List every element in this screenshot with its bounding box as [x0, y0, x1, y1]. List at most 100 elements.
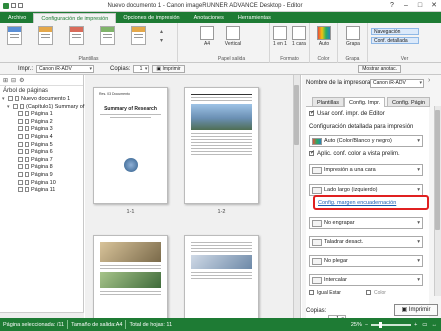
preview-page[interactable] — [184, 235, 259, 318]
ribbon-group-label: Color — [317, 56, 330, 62]
apply-preview-row[interactable]: Aplic. conf. color a vista prelim. — [309, 149, 400, 157]
tree-checkbox[interactable] — [18, 164, 23, 170]
tab-herramientas[interactable]: Herramientas — [231, 13, 278, 23]
tree-checkbox[interactable] — [18, 141, 23, 147]
zoom-slider-thumb[interactable] — [379, 321, 383, 328]
pages-per-sheet-button[interactable]: 1 en 1 — [272, 26, 288, 47]
save-quick-icon[interactable] — [11, 3, 16, 8]
fit-page-icon[interactable]: ▭ — [422, 322, 427, 328]
text-line — [191, 136, 252, 137]
minimize-button[interactable]: – — [399, 0, 413, 11]
zoom-slider[interactable] — [371, 321, 412, 328]
tree-page-item[interactable]: Página 10 — [0, 180, 83, 188]
tree-item-label: Página 11 — [31, 187, 56, 194]
template-thumbnail[interactable] — [38, 26, 53, 45]
tree-page-item[interactable]: Página 2 — [0, 119, 83, 127]
templates-scroll-down-icon[interactable]: ▾ — [160, 37, 163, 44]
preview-page[interactable]: Res. 03 Documento Summary of Research — [93, 87, 168, 204]
template-thumbnail[interactable] — [69, 26, 84, 45]
copies-stepper[interactable]: 1 — [133, 64, 150, 73]
use-editor-settings-checkbox[interactable] — [309, 109, 315, 116]
print-button[interactable]: ▣ Imprimir — [394, 304, 438, 316]
tree-checkbox[interactable] — [18, 126, 23, 132]
tab-anotaciones[interactable]: Anotaciones — [187, 13, 231, 23]
preview-vscrollbar[interactable] — [293, 75, 300, 318]
fold-select[interactable]: No plegar — [309, 255, 423, 267]
collate-select[interactable]: Intercalar — [309, 274, 423, 286]
ribbon-group-color: Auto Color — [310, 23, 338, 63]
sides-select[interactable]: Impresión a una cara — [309, 164, 423, 176]
settings-vscrollbar[interactable] — [434, 106, 441, 296]
print-toolbar-button[interactable]: ▣ Imprimir — [152, 64, 185, 73]
staple-select[interactable]: No engrapar — [309, 217, 423, 229]
tree-page-item[interactable]: Página 4 — [0, 134, 83, 142]
text-line — [191, 251, 252, 252]
text-line — [110, 117, 151, 118]
scrollbar-thumb[interactable] — [435, 110, 440, 230]
tree-checkbox[interactable] — [8, 96, 13, 102]
printer-name-select[interactable]: Canon iR-ADV — [370, 79, 424, 88]
tree-page-item[interactable]: Página 8 — [0, 164, 83, 172]
tree-checkbox[interactable] — [18, 187, 23, 193]
tree-chapter[interactable]: ▾ (Capítulo1) Summary of R — [0, 103, 90, 112]
paper-size-button[interactable]: A4 — [198, 26, 216, 47]
tree-checkbox[interactable] — [18, 179, 23, 185]
sides-button[interactable]: 1 cara — [291, 26, 307, 47]
show-annotations-button[interactable]: Mostrar anotac. — [358, 64, 401, 73]
tree-checkbox[interactable] — [18, 171, 23, 177]
tab-configuracion-impresion[interactable]: Configuración de impresión — [33, 13, 117, 23]
tree-page-item[interactable]: Página 7 — [0, 157, 83, 165]
tab-config-impr[interactable]: Config. Impr. — [344, 97, 386, 107]
tab-archivo[interactable]: Archivo — [1, 13, 33, 23]
page-icon — [25, 149, 29, 155]
tree-page-item[interactable]: Página 5 — [0, 142, 83, 150]
tree-checkbox[interactable] — [13, 103, 18, 109]
preview-page[interactable] — [93, 235, 168, 318]
use-editor-settings-row[interactable]: Usar conf. impr. de Editor — [309, 109, 385, 117]
preview-page[interactable] — [184, 87, 259, 204]
template-thumbnail[interactable] — [131, 26, 146, 45]
tree-page-item[interactable]: Página 11 — [0, 187, 83, 195]
tree-checkbox[interactable] — [18, 118, 23, 124]
tree-checkbox[interactable] — [18, 111, 23, 117]
color-button[interactable]: Auto — [314, 26, 334, 47]
tab-opciones-impresion[interactable]: Opciones de impresión — [116, 13, 186, 23]
tree-page-item[interactable]: Página 1 — [0, 111, 83, 119]
print-quick-icon[interactable] — [18, 3, 23, 8]
tree-page-item[interactable]: Página 9 — [0, 172, 83, 180]
zoom-in-icon[interactable]: + — [414, 322, 417, 328]
template-thumbnail[interactable] — [100, 26, 115, 45]
scrollbar-thumb[interactable] — [294, 85, 299, 145]
staple-button[interactable]: Grapa — [342, 26, 364, 47]
text-line — [191, 272, 252, 273]
template-thumbnail[interactable] — [7, 26, 22, 45]
templates-scroll-up-icon[interactable]: ▴ — [160, 28, 163, 35]
punch-select[interactable]: Taladrar desact. — [309, 236, 423, 248]
divider — [67, 320, 69, 329]
expand-all-icon[interactable]: ⊞ — [3, 77, 8, 84]
help-button[interactable]: ? — [385, 0, 399, 11]
color-mode-select[interactable]: Auto (Color/Blanco y negro) — [309, 135, 423, 147]
tree-page-item[interactable]: Página 3 — [0, 126, 83, 134]
panel-collapse-icon[interactable]: › — [428, 77, 430, 84]
tree-page-item[interactable]: Página 6 — [0, 149, 83, 157]
maximize-button[interactable]: □ — [413, 0, 427, 11]
zoom-out-icon[interactable]: − — [365, 322, 368, 328]
tree-checkbox[interactable] — [18, 149, 23, 155]
tree-checkbox[interactable] — [18, 156, 23, 162]
orientation-button[interactable]: Vertical — [220, 26, 246, 47]
equal-checkbox[interactable] — [309, 290, 314, 296]
color-option-checkbox — [366, 290, 371, 296]
close-button[interactable]: ✕ — [427, 0, 441, 11]
apply-preview-checkbox[interactable] — [309, 149, 315, 156]
tree-checkbox[interactable] — [18, 134, 23, 140]
fit-width-icon[interactable]: ↔ — [432, 322, 438, 328]
collapse-all-icon[interactable]: ⊟ — [11, 77, 16, 84]
tree-settings-icon[interactable]: ⚙ — [19, 77, 24, 84]
equal-row[interactable]: Igual Estar — [309, 290, 341, 296]
detailed-settings-toggle[interactable]: Conf. detallada — [371, 37, 419, 44]
text-line — [191, 133, 252, 134]
navigation-toggle[interactable]: Navegación — [371, 28, 419, 35]
tree-document[interactable]: ▾ Nuevo documento 1 — [0, 96, 83, 104]
printer-select[interactable]: Canon iR-ADV — [36, 64, 95, 73]
